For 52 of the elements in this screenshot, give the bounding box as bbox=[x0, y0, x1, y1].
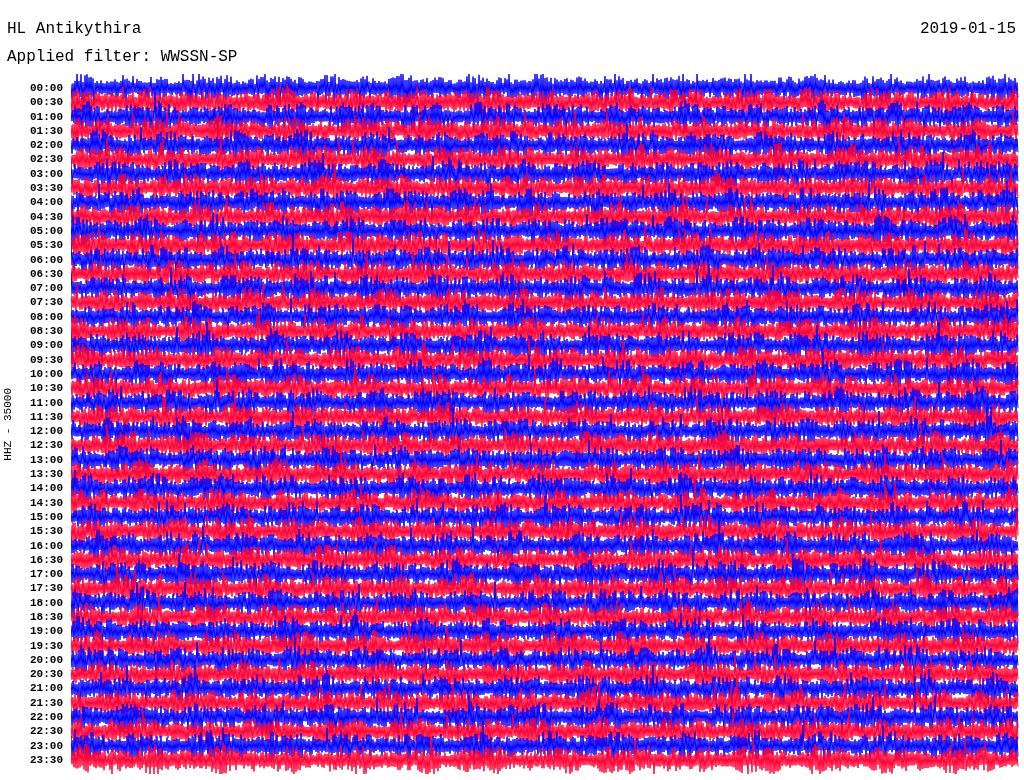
time-label: 11:00 bbox=[30, 395, 63, 410]
time-label: 13:00 bbox=[30, 452, 63, 467]
time-label: 18:30 bbox=[30, 610, 63, 625]
time-label: 04:00 bbox=[30, 195, 63, 210]
time-label: 12:30 bbox=[30, 438, 63, 453]
time-label: 09:00 bbox=[30, 338, 63, 353]
time-label: 10:30 bbox=[30, 381, 63, 396]
time-label: 21:00 bbox=[30, 681, 63, 696]
time-label: 05:00 bbox=[30, 223, 63, 239]
time-label: 04:30 bbox=[30, 209, 63, 224]
time-label: 20:00 bbox=[30, 652, 63, 668]
time-label: 06:00 bbox=[30, 252, 63, 267]
time-label: 23:30 bbox=[30, 752, 63, 768]
channel-label: HHZ - 35000 bbox=[2, 387, 14, 461]
time-label: 18:00 bbox=[30, 595, 63, 610]
time-label: 19:30 bbox=[30, 638, 63, 653]
time-label: 07:00 bbox=[30, 281, 63, 296]
time-label: 15:00 bbox=[30, 509, 63, 525]
time-label: 08:30 bbox=[30, 324, 63, 339]
time-label: 14:00 bbox=[30, 481, 63, 496]
time-label: 23:00 bbox=[30, 738, 63, 753]
filter-label: Applied filter: WWSSN-SP bbox=[7, 48, 238, 66]
time-label: 16:00 bbox=[30, 538, 63, 553]
time-label: 10:00 bbox=[30, 366, 63, 382]
time-label: 19:00 bbox=[30, 624, 63, 639]
time-label: 17:00 bbox=[30, 567, 63, 582]
station-title: HL Antikythira bbox=[7, 20, 142, 40]
time-label: 09:30 bbox=[30, 352, 63, 367]
time-label: 03:30 bbox=[30, 181, 63, 196]
time-label: 15:30 bbox=[30, 524, 63, 539]
time-label: 02:00 bbox=[30, 138, 63, 153]
time-label: 17:30 bbox=[30, 581, 63, 596]
time-label: 08:00 bbox=[30, 309, 63, 325]
date-label: 2019-01-15 bbox=[920, 20, 1016, 40]
time-label: 22:00 bbox=[30, 710, 63, 725]
time-label: 21:30 bbox=[30, 695, 63, 711]
time-label: 12:00 bbox=[30, 424, 63, 439]
time-label: 05:30 bbox=[30, 238, 63, 253]
time-label: 03:00 bbox=[30, 166, 63, 182]
time-label: 20:30 bbox=[30, 667, 63, 682]
time-label: 16:30 bbox=[30, 552, 63, 568]
time-label: 02:30 bbox=[30, 152, 63, 167]
time-label: 06:30 bbox=[30, 266, 63, 282]
time-label: 07:30 bbox=[30, 295, 63, 310]
time-label: 01:00 bbox=[30, 109, 63, 124]
time-label: 13:30 bbox=[30, 467, 63, 482]
time-label: 00:00 bbox=[30, 81, 63, 96]
time-label: 22:30 bbox=[30, 724, 63, 739]
time-label: 01:30 bbox=[30, 123, 63, 139]
time-label: 00:30 bbox=[30, 95, 63, 110]
time-label: 14:30 bbox=[30, 495, 63, 510]
time-label: 11:30 bbox=[30, 409, 63, 425]
